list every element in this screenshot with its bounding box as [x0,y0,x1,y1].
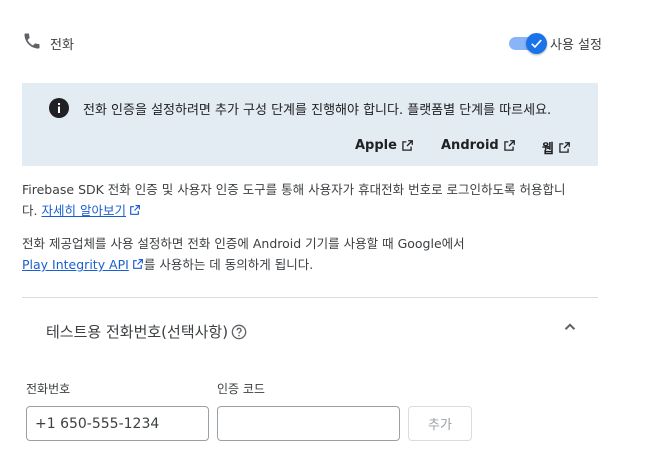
open-in-new-icon [132,259,143,269]
banner-text: 전화 인증을 설정하려면 추가 구성 단계를 진행해야 합니다. 플랫폼별 단계… [83,103,552,118]
android-link[interactable]: Android [441,138,516,153]
divider [22,297,598,298]
add-button[interactable]: 추가 [408,406,472,441]
play-integrity-link[interactable]: Play Integrity API [22,257,129,272]
description-line: Firebase SDK 전화 인증 및 사용자 인증 도구를 통해 사용자가 … [22,182,566,197]
android-link-label: Android [441,138,499,153]
apple-link[interactable]: Apple [355,138,414,153]
description: Firebase SDK 전화 인증 및 사용자 인증 도구를 통해 사용자가 … [22,179,592,221]
check-icon [526,33,547,54]
provider-name: 전화 [50,38,74,53]
web-link-label: 웹 [542,142,554,157]
learn-more-link[interactable]: 자세히 알아보기 [41,203,125,218]
description-line-end: 다. [22,203,38,218]
verification-code-label: 인증 코드 [217,382,265,396]
info-banner: 전화 인증을 설정하려면 추가 구성 단계를 진행해야 합니다. 플랫폼별 단계… [22,83,598,166]
consent-text: 전화 제공업체를 사용 설정하면 전화 인증에 Android 기기를 사용할 … [22,233,592,275]
open-in-new-icon [130,205,140,215]
phone-number-label: 전화번호 [26,382,71,396]
chevron-up-icon[interactable] [561,318,579,336]
apple-link-label: Apple [355,138,397,153]
web-link[interactable]: 웹 [542,138,571,157]
consent-line: 전화 제공업체를 사용 설정하면 전화 인증에 Android 기기를 사용할 … [22,236,465,251]
open-in-new-icon [504,139,515,151]
enable-toggle[interactable] [509,33,547,54]
phone-icon [22,31,42,51]
info-icon [49,98,69,118]
help-icon[interactable] [231,324,247,340]
phone-number-input[interactable]: +1 650-555-1234 [26,406,209,441]
open-in-new-icon [559,141,570,153]
verification-code-input[interactable] [217,406,400,441]
open-in-new-icon [402,139,413,151]
test-numbers-title: 테스트용 전화번호(선택사항) [46,323,229,341]
toggle-label: 사용 설정 [550,38,602,53]
consent-suffix: 를 사용하는 데 동의하게 됩니다. [143,257,314,272]
